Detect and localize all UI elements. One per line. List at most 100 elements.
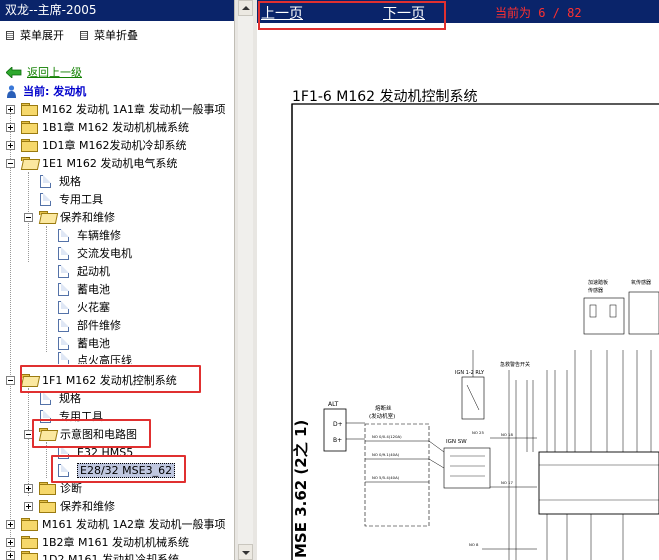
diagram-frame — [291, 103, 659, 560]
fuse-right-0: NO 25 — [472, 430, 484, 435]
tree-item-label: 交流发电机 — [77, 247, 132, 260]
tree-item-maint-3[interactable]: 蓄电池 — [58, 280, 110, 298]
tree-item-label: 1D1章 M162发动机冷却系统 — [42, 139, 187, 152]
tree-item-label: M162 发动机 1A1章 发动机一般事项 — [42, 103, 226, 116]
folder-icon — [39, 482, 56, 495]
expand-icon[interactable] — [6, 551, 15, 560]
menu-toggle-bar: 菜单展开 菜单折叠 — [0, 21, 234, 45]
b-plus-label: B+ — [333, 437, 342, 444]
accel-sensor-sub-label: 传感器 — [588, 287, 603, 294]
expand-icon[interactable] — [24, 483, 33, 493]
tree-item-m162-mech[interactable]: 1B1章 M162 发动机机械系统 — [6, 118, 189, 136]
wiring-diagram: ALT D+ B+ 熔断丝 (发动机室) NO 0/0.4(120A) NO 0… — [291, 103, 659, 560]
tree-item-m162-general[interactable]: M162 发动机 1A1章 发动机一般事项 — [6, 100, 226, 118]
expand-icon[interactable] — [6, 122, 15, 132]
tree-item-maint-4[interactable]: 火花塞 — [58, 298, 110, 316]
document-icon — [58, 246, 69, 260]
fuse-box-sub-label: (发动机室) — [369, 412, 395, 420]
tree-item-m161-general[interactable]: M161 发动机 1A2章 发动机一般事项 — [6, 515, 226, 533]
tree-item-label: 规格 — [59, 175, 81, 188]
tree-item-label: 1E1 M162 发动机电气系统 — [42, 157, 178, 170]
expand-icon[interactable] — [6, 537, 15, 547]
tree-item-label: 起动机 — [77, 265, 110, 278]
window-title: 双龙--主席-2005 — [0, 0, 234, 21]
collapse-icon[interactable] — [6, 158, 15, 168]
expand-all-button[interactable]: 菜单展开 — [6, 27, 64, 43]
tree-item-f1-maint[interactable]: 保养和维修 — [24, 497, 115, 515]
highlight-box-control — [20, 365, 201, 393]
collapse-icon[interactable] — [6, 375, 15, 385]
tree-scrollbar[interactable] — [234, 0, 257, 560]
folder-icon — [21, 536, 38, 549]
folder-icon — [21, 551, 38, 560]
tree-item-e1-maint[interactable]: 保养和维修 — [24, 208, 115, 226]
accel-sensor-label: 加速踏板 — [588, 279, 608, 286]
arrow-up-icon — [242, 6, 250, 10]
tree-item-label: 保养和维修 — [60, 500, 115, 513]
expand-icon[interactable] — [6, 104, 15, 114]
warn-switch-label: 急救警告开关 — [500, 361, 530, 368]
alt-label: ALT — [328, 401, 339, 408]
tree-item-m161-mech[interactable]: 1B2章 M161 发动机机械系统 — [6, 533, 189, 551]
navigation-pane: 双龙--主席-2005 菜单展开 菜单折叠 返回上一级 当前: 发动机 M162… — [0, 0, 234, 560]
tree-item-e1-spec[interactable]: 规格 — [40, 172, 81, 190]
collapse-all-label: 菜单折叠 — [94, 29, 138, 42]
expand-icon[interactable] — [6, 519, 15, 529]
current-location: 当前: 发动机 — [6, 83, 86, 99]
fuse-line-1: NO 0/9.1(40A) — [372, 452, 400, 457]
fuse-line-2: NO 5/5.4(40A) — [372, 475, 400, 480]
tree-item-maint-2[interactable]: 起动机 — [58, 262, 110, 280]
folder-icon — [21, 518, 38, 531]
tree-item-label: 1B1章 M162 发动机机械系统 — [42, 121, 190, 134]
document-icon — [58, 282, 69, 296]
collapse-all-button[interactable]: 菜单折叠 — [80, 27, 138, 43]
document-icon — [58, 318, 69, 332]
fuse-right-1: NO 18 — [501, 432, 513, 437]
tree-item-m162-electric[interactable]: 1E1 M162 发动机电气系统 — [6, 154, 177, 172]
d-plus-label: D+ — [333, 421, 343, 428]
expand-icon[interactable] — [6, 140, 15, 150]
back-arrow-icon — [6, 66, 22, 78]
tree-item-label: 1B2章 M161 发动机机械系统 — [42, 536, 190, 549]
collapse-icon[interactable] — [24, 212, 33, 222]
folder-icon — [21, 103, 38, 116]
document-icon — [40, 174, 51, 188]
back-link-label: 返回上一级 — [27, 66, 82, 79]
tree-item-e1-tools[interactable]: 专用工具 — [40, 190, 103, 208]
document-icon — [58, 228, 69, 242]
menu-expand-icon — [6, 30, 14, 40]
scrollbar-track[interactable] — [238, 0, 253, 560]
document-icon — [40, 391, 51, 405]
tree-item-maint-5[interactable]: 部件维修 — [58, 316, 121, 334]
tree-item-maint-0[interactable]: 车辆维修 — [58, 226, 121, 244]
scroll-up-button[interactable] — [238, 0, 253, 16]
highlight-box-nav — [258, 1, 446, 30]
tree-item-maint-6[interactable]: 蓄电池 — [58, 334, 110, 352]
back-link[interactable]: 返回上一级 — [6, 64, 82, 80]
tree-item-m162-cooling[interactable]: 1D1章 M162发动机冷却系统 — [6, 136, 186, 154]
highlight-box-selected — [51, 455, 186, 483]
arrow-down-icon — [242, 551, 250, 555]
ecu-block — [538, 451, 659, 515]
tree-item-label: 火花塞 — [77, 301, 110, 314]
folder-open-icon — [39, 211, 55, 223]
tree-item-label: M161 发动机 1A2章 发动机一般事项 — [42, 518, 226, 531]
o2-sensor-label: 氧传感器 — [631, 279, 651, 286]
tree-item-label: 蓄电池 — [77, 337, 110, 350]
scroll-down-button[interactable] — [238, 544, 253, 560]
document-icon — [58, 264, 69, 278]
tree-item-label: 专用工具 — [59, 193, 103, 206]
menu-collapse-icon — [80, 30, 88, 40]
expand-icon[interactable] — [24, 501, 33, 511]
tree-item-m161-cooling[interactable]: 1D2 M161 发动机冷却系统 — [6, 551, 179, 560]
tree-item-maint-1[interactable]: 交流发电机 — [58, 244, 132, 262]
page-counter: 当前为 6 / 82 — [495, 6, 582, 20]
person-icon — [7, 84, 16, 98]
expand-all-label: 菜单展开 — [20, 29, 64, 42]
document-icon — [40, 192, 51, 206]
tree-item-label: 保养和维修 — [60, 211, 115, 224]
tree-item-label: 部件维修 — [77, 319, 121, 332]
tree-item-label: 1D2 M161 发动机冷却系统 — [42, 553, 179, 560]
tree-item-maint-7[interactable]: 点火高压线 — [58, 352, 132, 364]
highlight-box-schematic — [32, 419, 151, 448]
